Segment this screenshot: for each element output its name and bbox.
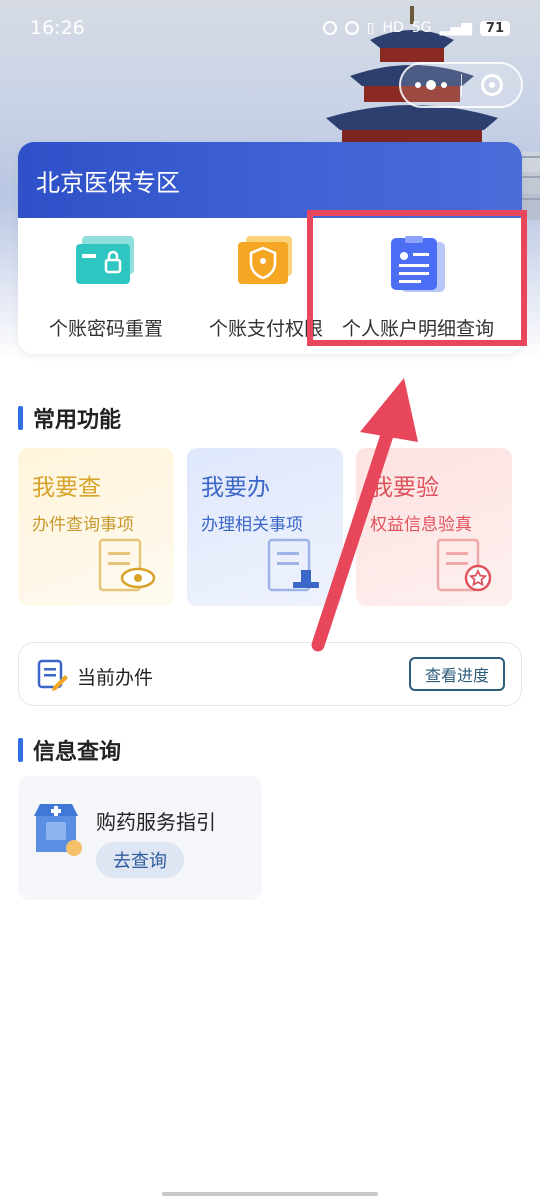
info-query-title: 信息查询 [18,734,121,766]
view-progress-button[interactable]: 查看进度 [409,657,505,691]
medicine-guide-card[interactable]: 购药服务指引 去查询 [18,776,262,900]
query-card-subtitle: 办件查询事项 [32,515,134,535]
medicine-guide-title: 购药服务指引 [96,810,216,834]
zone-title: 北京医保专区 [18,142,522,218]
common-functions-title: 常用功能 [18,402,121,434]
verify-card-subtitle: 权益信息验真 [370,515,472,535]
current-task-label: 当前办件 [77,667,154,689]
status-time: 16:26 [30,17,85,39]
pharmacy-store-icon [34,804,82,856]
account-password-reset-label: 个账密码重置 [48,318,163,340]
card-lock-icon [76,236,134,284]
close-miniprogram-button[interactable] [462,74,521,96]
alarm-icon [322,21,337,35]
battery-indicator: 71 [479,20,510,36]
info-query-label: 信息查询 [33,740,122,765]
highlight-box [307,210,527,346]
hd-badge: HD [382,20,404,36]
handle-card[interactable]: 我要办 办理相关事项 [187,448,343,606]
verify-card[interactable]: 我要验 权益信息验真 [356,448,512,606]
location-icon [344,21,359,35]
query-card-title: 我要查 [32,475,101,501]
more-menu-button[interactable] [401,80,461,90]
section-bar [18,738,23,762]
network-label: 5G [411,20,432,36]
handle-card-title: 我要办 [201,475,270,501]
signal-icon: ▂▄▆ [439,20,472,36]
status-icons: ▯ HD 5G ▂▄▆ 71 [322,20,510,36]
go-query-button[interactable]: 去查询 [96,842,184,878]
handle-card-subtitle: 办理相关事项 [201,515,303,535]
verify-card-title: 我要验 [370,475,439,501]
miniprogram-capsule [399,62,523,108]
more-dot-icon [415,82,421,88]
document-star-icon [436,538,492,592]
current-task-bar[interactable]: 当前办件 查看进度 [18,642,522,706]
common-functions-label: 常用功能 [33,408,122,433]
more-dot-icon [426,80,436,90]
vibrate-icon: ▯ [366,20,375,36]
target-close-icon [480,74,503,96]
home-indicator[interactable] [162,1192,378,1196]
query-card[interactable]: 我要查 办件查询事项 [18,448,174,606]
account-password-reset-item[interactable]: 个账密码重置 [26,218,186,354]
document-eye-icon [98,538,156,592]
section-bar [18,406,23,430]
shield-location-icon [238,236,292,284]
more-dot-icon [441,82,447,88]
document-stamp-icon [267,538,319,592]
task-document-icon [37,659,68,691]
status-bar: 16:26 ▯ HD 5G ▂▄▆ 71 [0,0,540,56]
